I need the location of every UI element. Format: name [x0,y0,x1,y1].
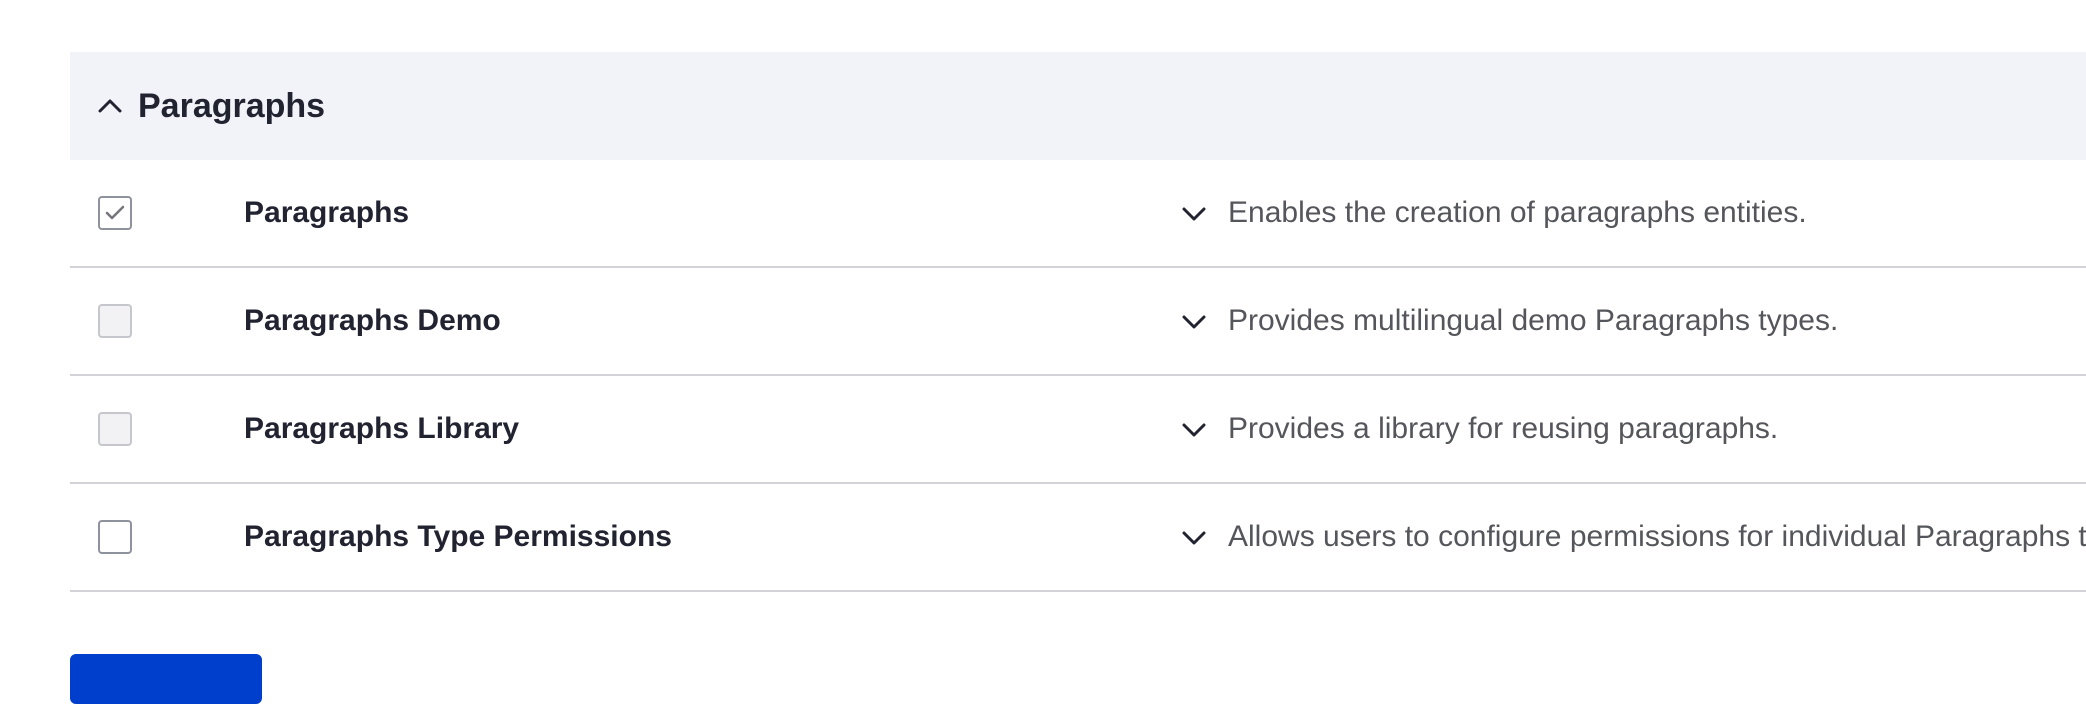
chevron-down-icon[interactable] [1180,200,1208,228]
module-checkbox[interactable] [98,520,132,554]
module-description[interactable]: Provides multilingual demo Paragraphs ty… [1228,268,1838,374]
chevron-down-icon[interactable] [1180,308,1208,336]
module-row-paragraphs-type-permissions: Paragraphs Type Permissions Allows users… [70,484,2086,592]
chevron-down-icon[interactable] [1180,524,1208,552]
group-header[interactable]: Paragraphs [70,52,2086,160]
module-row-paragraphs-library: Paragraphs Library Provides a library fo… [70,376,2086,484]
chevron-up-icon[interactable] [96,92,124,120]
module-checkbox[interactable] [98,196,132,230]
checkmark-icon [105,205,125,220]
chevron-down-icon[interactable] [1180,416,1208,444]
module-row-paragraphs-demo: Paragraphs Demo Provides multilingual de… [70,268,2086,376]
module-group-paragraphs: Paragraphs Paragraphs Enables the creati… [70,52,2086,592]
module-name: Paragraphs Type Permissions [244,520,672,553]
module-description[interactable]: Provides a library for reusing paragraph… [1228,376,1778,482]
module-name: Paragraphs [244,196,410,229]
module-description[interactable]: Enables the creation of paragraphs entit… [1228,160,1807,266]
module-name: Paragraphs Library [244,412,520,445]
install-button[interactable] [70,654,262,704]
module-row-paragraphs: Paragraphs Enables the creation of parag… [70,160,2086,268]
module-description[interactable]: Allows users to configure permissions fo… [1228,484,2086,590]
module-name: Paragraphs Demo [244,304,501,337]
module-checkbox[interactable] [98,412,132,446]
module-checkbox[interactable] [98,304,132,338]
group-title: Paragraphs [138,86,326,125]
